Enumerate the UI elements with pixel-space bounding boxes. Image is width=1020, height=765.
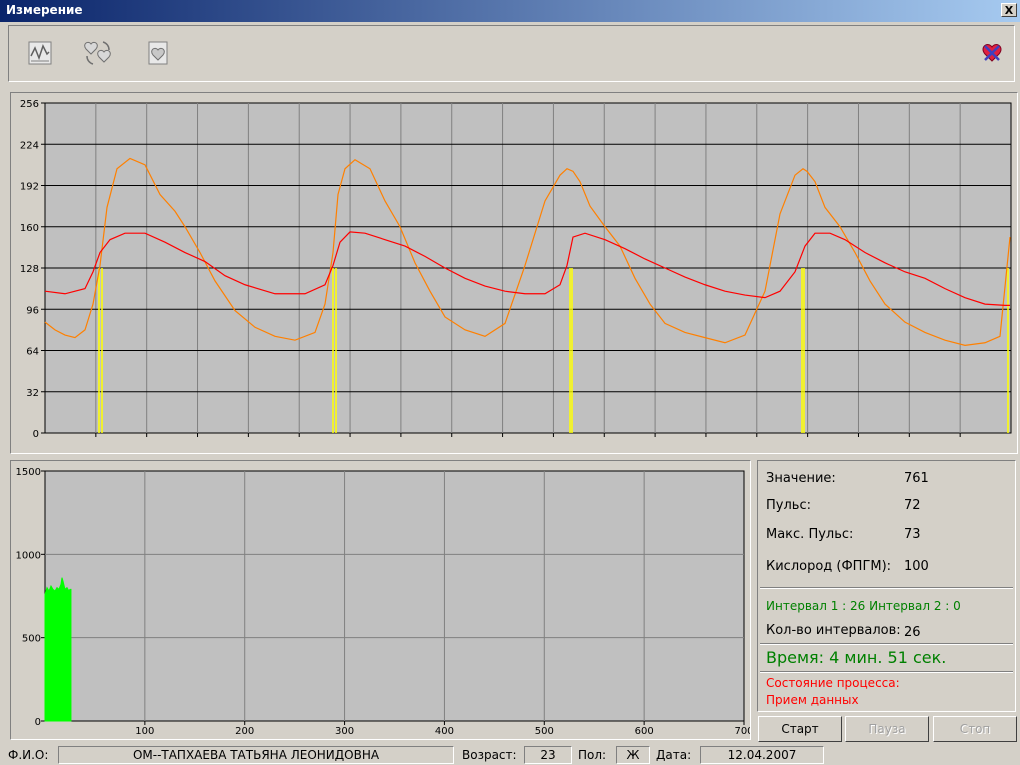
y-tick-label: 0: [33, 429, 39, 440]
value-readout: 761: [904, 471, 929, 486]
info-panel: Значение: 761 Пульс: 72 Макс. Пульс: 73 …: [757, 460, 1016, 712]
interval-count-label: Кол-во интервалов:: [766, 623, 901, 638]
x-tick-label: 100: [135, 726, 154, 737]
y-tick-label: 64: [26, 347, 39, 358]
x-tick-label: 600: [635, 726, 654, 737]
waveform-chart: 0 32 64 96 128 160 192 224 256: [20, 99, 1012, 440]
y-tick-label: 0: [35, 717, 41, 728]
x-tick-label: 400: [435, 726, 454, 737]
interval-count-readout: 26: [904, 625, 921, 640]
histogram-panel: 100 200 300 400 500 600 700 0 500 1000 1500: [10, 460, 751, 740]
interval-histogram-area: [44, 577, 72, 722]
start-button[interactable]: Старт: [758, 716, 842, 742]
y-tick-label: 256: [20, 99, 39, 110]
date-field: 12.04.2007: [700, 746, 824, 764]
y-tick-label: 1000: [16, 550, 41, 561]
process-status: Прием данных: [766, 693, 859, 707]
title-bar: Измерение X: [0, 0, 1020, 22]
pause-button[interactable]: Пауза: [845, 716, 929, 742]
y-tick-label: 32: [26, 388, 39, 399]
x-tick-label: 200: [235, 726, 254, 737]
intervals-text: Интервал 1 : 26 Интервал 2 : 0: [766, 599, 961, 613]
y-tick-label: 500: [22, 634, 41, 645]
y-tick-label: 160: [20, 223, 39, 234]
stop-button[interactable]: Стоп: [933, 716, 1017, 742]
y-tick-label: 128: [20, 264, 39, 275]
plot-area: [44, 470, 745, 722]
age-field: 23: [524, 746, 572, 764]
waveform-panel: 0 32 64 96 128 160 192 224 256: [10, 92, 1018, 454]
x-tick-label: 700: [734, 726, 750, 737]
chart-doc-icon[interactable]: [23, 36, 57, 70]
sex-field: Ж: [616, 746, 650, 764]
value-label: Значение:: [766, 471, 836, 486]
max-pulse-readout: 73: [904, 527, 921, 542]
y-tick-label: 96: [26, 305, 39, 316]
close-button[interactable]: X: [1001, 3, 1017, 17]
pulse-label: Пульс:: [766, 498, 811, 513]
process-label: Состояние процесса:: [766, 676, 900, 690]
oxygen-readout: 100: [904, 559, 929, 574]
y-tick-label: 192: [20, 182, 39, 193]
name-field: ОМ--ТАПХАЕВА ТАТЬЯНА ЛЕОНИДОВНА: [58, 746, 454, 764]
x-tick-label: 300: [335, 726, 354, 737]
heart-doc-icon[interactable]: [141, 36, 175, 70]
oxygen-label: Кислород (ФПГМ):: [766, 559, 892, 574]
age-label: Возраст:: [462, 748, 517, 762]
sex-label: Пол:: [578, 748, 607, 762]
y-tick-label: 1500: [16, 467, 41, 478]
max-pulse-label: Макс. Пульс:: [766, 527, 854, 542]
date-label: Дата:: [656, 748, 692, 762]
time-readout: Время: 4 мин. 51 сек.: [766, 648, 947, 667]
window-title: Измерение: [6, 3, 83, 17]
divider: [760, 587, 1013, 589]
divider: [760, 643, 1013, 645]
pulse-readout: 72: [904, 498, 921, 513]
histogram-chart: 100 200 300 400 500 600 700 0 500 1000 1500: [16, 467, 750, 737]
hearts-refresh-icon[interactable]: [81, 36, 115, 70]
x-tick-label: 500: [535, 726, 554, 737]
y-tick-label: 224: [20, 140, 39, 151]
heart-cross-icon[interactable]: [975, 36, 1009, 70]
divider: [760, 671, 1013, 673]
toolbar: [8, 25, 1015, 82]
name-label: Ф.И.О:: [8, 748, 49, 762]
